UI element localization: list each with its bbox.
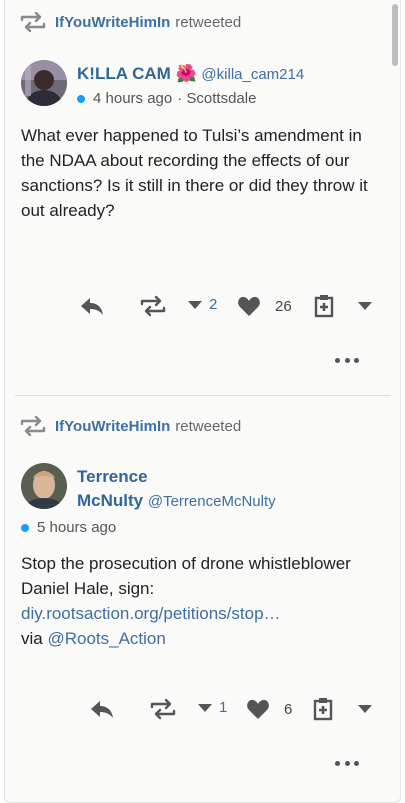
like-count: 26 bbox=[275, 297, 292, 315]
chevron-down-icon bbox=[358, 705, 372, 713]
mention-link[interactable]: @Roots_Action bbox=[47, 629, 165, 648]
retweet-icon bbox=[20, 12, 46, 32]
bookmark-button[interactable] bbox=[313, 697, 333, 721]
post-divider bbox=[15, 395, 391, 396]
like-button[interactable]: 6 bbox=[246, 698, 292, 720]
retweet-label: retweeted bbox=[175, 417, 242, 435]
avatar[interactable] bbox=[21, 463, 67, 509]
petition-link[interactable]: diy.rootsaction.org/petitions/stop… bbox=[21, 604, 281, 623]
retweeter-link[interactable]: IfYouWriteHimIn bbox=[55, 418, 170, 435]
heart-icon bbox=[238, 296, 260, 316]
overflow-menu-button[interactable] bbox=[335, 356, 359, 364]
add-bookmark-icon bbox=[313, 698, 333, 721]
author-handle[interactable]: @TerrenceMcNulty bbox=[148, 493, 276, 510]
retweet-icon bbox=[150, 698, 176, 720]
author-name-last[interactable]: McNulty bbox=[77, 491, 143, 510]
like-count: 6 bbox=[284, 700, 293, 718]
author-name-first[interactable]: Terrence bbox=[77, 465, 276, 489]
post-text: What ever happened to Tulsi’s amendment … bbox=[21, 126, 368, 220]
retweet-icon bbox=[140, 295, 166, 317]
overflow-menu-button[interactable] bbox=[335, 759, 359, 767]
post-time[interactable]: 4 hours ago bbox=[93, 90, 172, 107]
post-card: IfYouWriteHimIn retweeted Terrence McNul… bbox=[5, 397, 391, 802]
post-meta: 5 hours ago bbox=[21, 519, 116, 536]
online-indicator bbox=[21, 523, 29, 532]
post-text-main: Stop the prosecution of drone whistleblo… bbox=[21, 554, 351, 598]
avatar[interactable] bbox=[21, 60, 67, 106]
downvote-count: 1 bbox=[219, 699, 228, 716]
post-card: IfYouWriteHimIn retweeted K!LLA CAM 🌺 @k… bbox=[5, 0, 391, 396]
online-indicator bbox=[77, 94, 85, 103]
action-bar: 2 26 bbox=[5, 292, 391, 320]
downvote-button[interactable]: 2 bbox=[187, 296, 217, 313]
post-meta: 4 hours ago · Scottsdale bbox=[77, 90, 256, 107]
chevron-down-icon bbox=[358, 302, 372, 310]
like-button[interactable]: 26 bbox=[237, 295, 292, 317]
reply-icon bbox=[91, 701, 113, 718]
ellipsis-icon bbox=[335, 357, 340, 363]
author-name[interactable]: K!LLA CAM 🌺 bbox=[77, 64, 197, 83]
author-handle[interactable]: @killa_cam214 bbox=[201, 66, 304, 83]
more-menu-button[interactable] bbox=[357, 300, 373, 312]
retweet-button[interactable] bbox=[149, 698, 177, 720]
reply-button[interactable] bbox=[79, 295, 105, 317]
more-menu-button[interactable] bbox=[357, 703, 373, 715]
retweet-line: IfYouWriteHimIn retweeted bbox=[19, 416, 241, 436]
reply-button[interactable] bbox=[89, 698, 115, 720]
post-text: Stop the prosecution of drone whistleblo… bbox=[21, 551, 381, 651]
bookmark-button[interactable] bbox=[314, 294, 334, 318]
chevron-down-icon bbox=[188, 300, 202, 309]
retweeter-link[interactable]: IfYouWriteHimIn bbox=[55, 14, 170, 31]
heart-icon bbox=[247, 699, 269, 719]
reply-icon bbox=[81, 298, 103, 315]
action-bar: 1 6 bbox=[5, 695, 391, 723]
ellipsis-icon bbox=[335, 760, 340, 766]
retweet-button[interactable] bbox=[139, 295, 167, 317]
author-line: Terrence McNulty @TerrenceMcNulty bbox=[77, 465, 276, 514]
downvote-button[interactable]: 1 bbox=[197, 699, 227, 716]
post-time[interactable]: 5 hours ago bbox=[37, 519, 116, 536]
retweet-label: retweeted bbox=[175, 13, 242, 31]
timeline-frame: IfYouWriteHimIn retweeted K!LLA CAM 🌺 @k… bbox=[4, 0, 401, 803]
scrollbar-thumb[interactable] bbox=[392, 4, 398, 66]
add-bookmark-icon bbox=[314, 295, 334, 318]
author-line: K!LLA CAM 🌺 @killa_cam214 bbox=[77, 62, 304, 87]
downvote-count: 2 bbox=[209, 296, 218, 313]
retweet-icon bbox=[20, 416, 46, 436]
post-location: · Scottsdale bbox=[177, 90, 257, 107]
via-label: via bbox=[21, 629, 43, 648]
chevron-down-icon bbox=[198, 703, 212, 712]
scrollbar[interactable] bbox=[390, 0, 400, 802]
retweet-line: IfYouWriteHimIn retweeted bbox=[19, 12, 241, 32]
